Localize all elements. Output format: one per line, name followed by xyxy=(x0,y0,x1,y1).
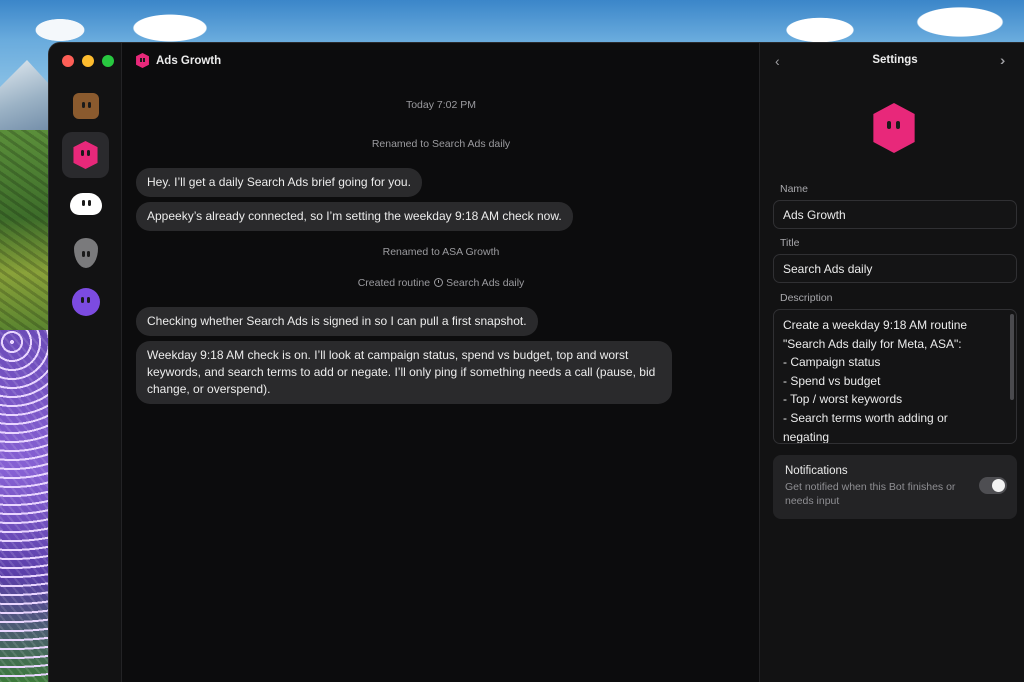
description-label: Description xyxy=(780,292,833,304)
clock-icon xyxy=(434,278,444,287)
chat-pane: Ads Growth Today 7:02 PM Renamed to Sear… xyxy=(123,43,759,682)
rail-bot-4[interactable] xyxy=(62,230,109,276)
settings-panel: ‹ Settings ›› Name Title Description Cre… xyxy=(759,43,1024,682)
chat-timestamp: Today 7:02 PM xyxy=(405,99,477,111)
description-line: Create a weekday 9:18 AM routine xyxy=(783,318,968,332)
minimize-window-button[interactable] xyxy=(82,55,94,67)
chat-header: Ads Growth xyxy=(135,53,221,68)
brown-square-bot-icon xyxy=(72,93,99,119)
description-line: negating xyxy=(783,429,830,444)
pink-hexagon-bot-icon xyxy=(73,141,98,169)
message-bubble: Hey. I’ll get a daily Search Ads brief g… xyxy=(136,168,422,197)
message-bubble: Checking whether Search Ads is signed in… xyxy=(136,307,538,336)
rail-bot-5[interactable] xyxy=(62,279,109,325)
app-window: Ads Growth Today 7:02 PM Renamed to Sear… xyxy=(48,42,1024,682)
rename-event: Renamed to ASA Growth xyxy=(382,246,500,258)
close-window-button[interactable] xyxy=(62,55,74,67)
white-cloud-bot-icon xyxy=(69,193,102,215)
name-label: Name xyxy=(780,183,809,195)
bot-name-title: Ads Growth xyxy=(156,54,222,67)
description-field[interactable]: Create a weekday 9:18 AM routine "Search… xyxy=(773,309,1017,444)
collapse-panel-icon[interactable]: ›› xyxy=(1000,52,1007,68)
settings-title: Settings xyxy=(872,54,918,66)
name-field[interactable] xyxy=(773,200,1017,229)
purple-circle-bot-icon xyxy=(71,288,100,316)
description-line: "Search Ads daily for Meta, ASA": xyxy=(783,336,962,351)
notifications-toggle[interactable] xyxy=(979,477,1007,494)
notifications-title: Notifications xyxy=(785,465,848,477)
message-bubble: Weekday 9:18 AM check is on. I’ll look a… xyxy=(136,341,672,404)
pink-hexagon-bot-avatar[interactable] xyxy=(873,103,915,153)
rail-bot-2-active[interactable] xyxy=(62,132,109,178)
notifications-subtitle: Get notified when this Bot finishes or n… xyxy=(785,481,956,507)
description-scrollbar[interactable] xyxy=(1010,314,1014,400)
rename-event: Renamed to Search Ads daily xyxy=(371,138,511,150)
toggle-knob xyxy=(992,479,1005,492)
zoom-window-button[interactable] xyxy=(102,55,114,67)
routine-created-event: Created routine Search Ads daily xyxy=(123,277,759,289)
rail-bot-3[interactable] xyxy=(62,181,109,227)
notifications-card: Notifications Get notified when this Bot… xyxy=(773,455,1017,519)
routine-link[interactable]: Search Ads daily xyxy=(446,277,524,289)
description-line: - Top / worst keywords xyxy=(783,392,903,407)
bot-rail xyxy=(49,43,122,682)
message-bubble: Appeeky’s already connected, so I’m sett… xyxy=(136,202,573,231)
gray-drop-bot-icon xyxy=(73,238,98,268)
description-line: - Campaign status xyxy=(783,355,881,370)
title-field[interactable] xyxy=(773,254,1017,283)
description-line: - Spend vs budget xyxy=(783,373,881,388)
settings-header: ‹ Settings ›› xyxy=(760,52,1024,71)
pink-hexagon-bot-icon xyxy=(136,53,149,68)
rail-bot-1[interactable] xyxy=(62,83,109,129)
description-line: - Search terms worth adding or xyxy=(783,410,948,425)
window-controls xyxy=(62,55,114,67)
title-label: Title xyxy=(780,237,800,249)
routine-created-label: Created routine xyxy=(357,277,431,289)
